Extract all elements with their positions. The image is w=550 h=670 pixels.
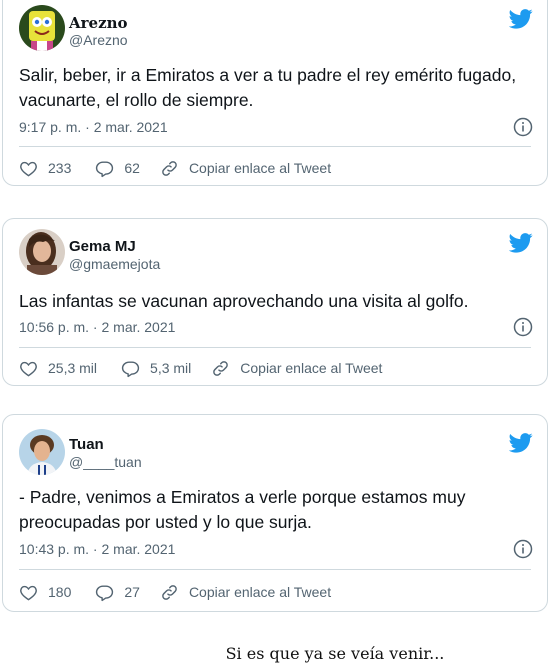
- author-handle[interactable]: @gmaemejota: [69, 256, 160, 272]
- author-handle[interactable]: @____tuan: [69, 454, 142, 470]
- tweet-card-arezno[interactable]: Arezno @Arezno Salir, beber, ir a Emirat…: [2, 0, 548, 186]
- twitter-bird-icon[interactable]: [509, 8, 533, 30]
- reply-count: 62: [124, 160, 140, 176]
- copy-link-button[interactable]: Copiar enlace al Tweet: [160, 159, 331, 178]
- divider: [19, 146, 531, 147]
- author-handle[interactable]: @Arezno: [69, 32, 128, 48]
- author-name[interactable]: Gema MJ: [69, 238, 136, 255]
- copy-link-button[interactable]: Copiar enlace al Tweet: [211, 359, 382, 378]
- tweet-timestamp[interactable]: 10:43 p. m. · 2 mar. 2021: [19, 541, 175, 557]
- tweet-card-tuan[interactable]: Tuan @____tuan - Padre, venimos a Emirat…: [2, 414, 548, 612]
- author-name[interactable]: Tuan: [69, 436, 104, 453]
- reply-button[interactable]: 62: [95, 159, 140, 178]
- avatar[interactable]: [19, 229, 65, 275]
- info-icon[interactable]: [513, 117, 533, 137]
- tweet-actions: 233 62 Copiar enlace al Tweet: [19, 157, 331, 179]
- meme-caption: Si es que ya se veía venir...: [225, 644, 445, 663]
- reply-button[interactable]: 5,3 mil: [121, 359, 191, 378]
- copy-link-label: Copiar enlace al Tweet: [188, 584, 332, 600]
- copy-link-label: Copiar enlace al Tweet: [188, 160, 332, 176]
- like-button[interactable]: 180: [19, 583, 71, 602]
- author-name[interactable]: Arezno: [69, 14, 128, 32]
- tweet-text: Salir, beber, ir a Emiratos a ver a tu p…: [19, 65, 517, 110]
- reply-bubble-icon: [96, 584, 114, 601]
- twitter-bird-icon[interactable]: [509, 432, 533, 454]
- like-button[interactable]: 25,3 mil: [19, 359, 97, 378]
- woman-photo-avatar-icon: [19, 229, 65, 275]
- tweet-actions: 180 27 Copiar enlace al Tweet: [19, 581, 331, 603]
- like-count: 233: [48, 160, 72, 176]
- tweet-text: Las infantas se vacunan aprovechando una…: [19, 291, 469, 311]
- info-icon[interactable]: [513, 317, 533, 337]
- like-count: 180: [48, 584, 72, 600]
- tweet-card-gema[interactable]: Gema MJ @gmaemejota Las infantas se vacu…: [2, 218, 548, 386]
- tweet-timestamp[interactable]: 9:17 p. m. · 2 mar. 2021: [19, 119, 168, 135]
- reply-count: 27: [124, 584, 140, 600]
- tweet-actions: 25,3 mil 5,3 mil Copiar enlace al Tweet: [19, 357, 382, 379]
- twitter-bird-icon[interactable]: [509, 232, 533, 254]
- link-icon: [213, 360, 229, 376]
- spongebob-avatar-icon: [19, 5, 65, 51]
- like-button[interactable]: 233: [19, 159, 71, 178]
- reply-count: 5,3 mil: [150, 360, 192, 376]
- copy-link-button[interactable]: Copiar enlace al Tweet: [160, 583, 331, 602]
- copy-link-label: Copiar enlace al Tweet: [240, 360, 383, 376]
- heart-icon: [20, 585, 37, 600]
- reply-bubble-icon: [96, 160, 114, 177]
- avatar[interactable]: [19, 429, 65, 475]
- reply-button[interactable]: 27: [95, 583, 140, 602]
- divider: [19, 347, 531, 348]
- like-count: 25,3 mil: [48, 360, 98, 376]
- avatar[interactable]: [19, 5, 65, 51]
- info-icon[interactable]: [513, 539, 533, 559]
- heart-icon: [20, 161, 37, 176]
- tweet-text: - Padre, venimos a Emiratos a verle porq…: [19, 487, 466, 532]
- link-icon: [162, 160, 177, 176]
- divider: [19, 569, 531, 570]
- reply-bubble-icon: [121, 360, 140, 377]
- link-icon: [162, 584, 177, 600]
- heart-icon: [20, 361, 37, 376]
- tweet-timestamp[interactable]: 10:56 p. m. · 2 mar. 2021: [19, 319, 175, 335]
- footballer-photo-avatar-icon: [19, 429, 65, 475]
